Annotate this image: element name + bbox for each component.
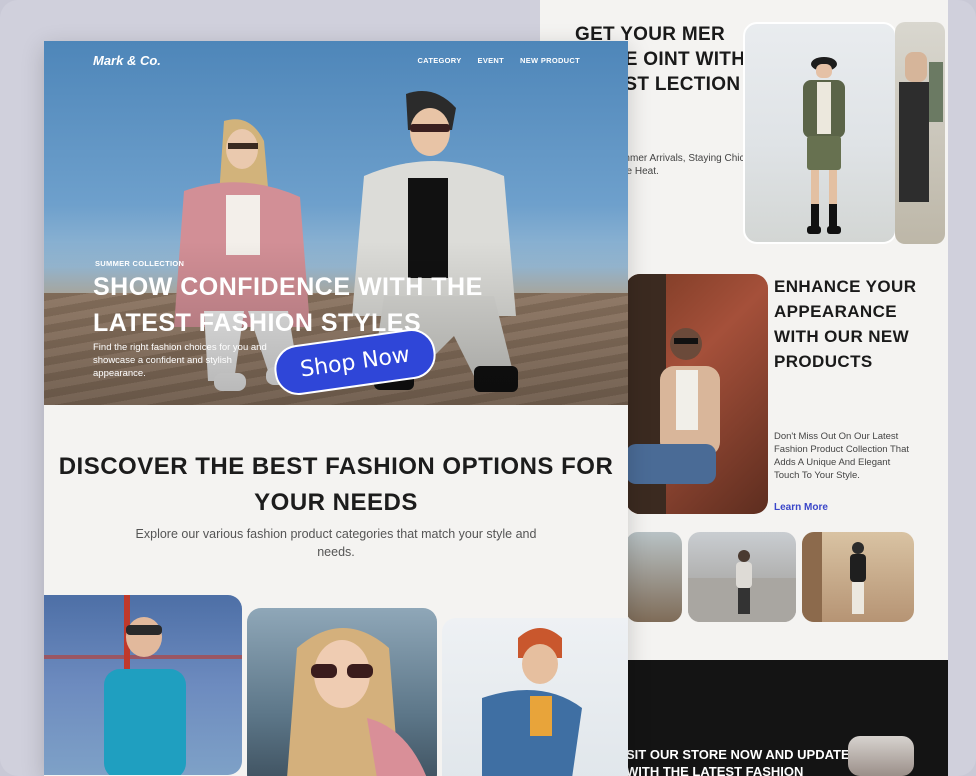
- hero-title: SHOW CONFIDENCE WITH THE LATEST FASHION …: [93, 273, 483, 337]
- boy-teal-sweater-image: [44, 595, 242, 775]
- nav-category[interactable]: CATEGORY: [417, 56, 461, 65]
- brand-logo[interactable]: Mark & Co.: [93, 53, 161, 68]
- category-photo-denim[interactable]: [442, 618, 628, 776]
- man-figure-image: [803, 57, 845, 234]
- screenshot-frame: GET YOUR MER STYLE OINT WITH LATEST LECT…: [0, 0, 976, 776]
- hero-tag: SUMMER COLLECTION: [95, 259, 185, 268]
- steps-person-image: [688, 550, 796, 622]
- enhance-title: ENHANCE YOUR APPEARANCE WITH OUR NEW PRO…: [774, 277, 917, 371]
- side-person-image: [899, 52, 943, 202]
- discover-description: Explore our various fashion product cate…: [135, 527, 537, 559]
- boy-denim-jacket-image: [482, 628, 582, 776]
- discover-title: DISCOVER THE BEST FASHION OPTIONS FOR YO…: [58, 453, 614, 516]
- side-photo: [895, 22, 945, 244]
- arcade-person-image: [802, 532, 866, 622]
- category-photo-sunglasses[interactable]: [247, 608, 437, 776]
- hero-description: Find the right fashion choices for you a…: [93, 342, 267, 379]
- thumbnail-photo-1[interactable]: [626, 532, 682, 622]
- category-photo-teal-sweater[interactable]: [44, 595, 242, 775]
- enhance-description: Don't Miss Out On Our Latest Fashion Pro…: [774, 431, 910, 481]
- hero-section: Mark & Co. CATEGORY EVENT NEW PRODUCT SU…: [44, 41, 628, 405]
- nav-event[interactable]: EVENT: [478, 56, 505, 65]
- store-cta-photo: [848, 736, 914, 776]
- main-nav: CATEGORY EVENT NEW PRODUCT: [417, 56, 580, 65]
- thumbnail-photo-2[interactable]: [688, 532, 796, 622]
- enhance-learn-more-link[interactable]: Learn More: [774, 502, 828, 513]
- man-green-jacket-photo: [743, 22, 897, 244]
- girl-sunglasses-image: [287, 628, 427, 776]
- thumbnail-photo-3[interactable]: [802, 532, 914, 622]
- nav-new-product[interactable]: NEW PRODUCT: [520, 56, 580, 65]
- woman-sitting-image: [626, 274, 720, 514]
- woman-brick-wall-photo: [626, 274, 768, 514]
